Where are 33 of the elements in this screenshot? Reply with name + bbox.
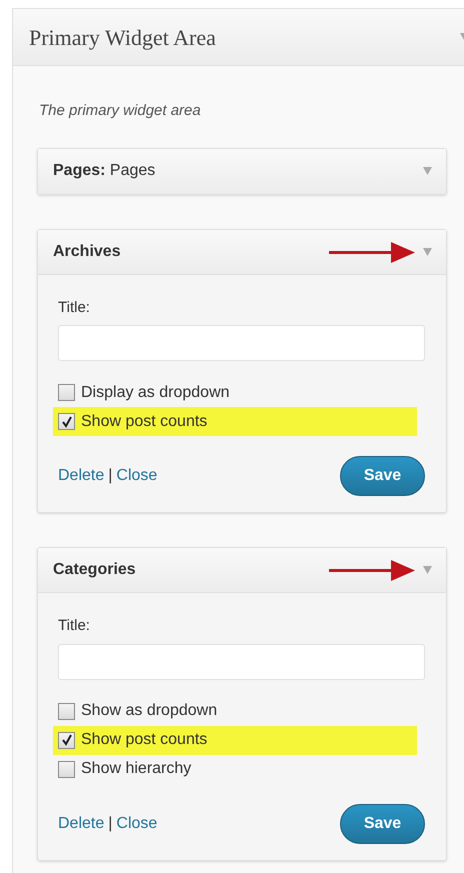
panel-description: The primary widget area bbox=[38, 101, 202, 121]
field-label: Title: bbox=[58, 616, 91, 636]
field-label: Title: bbox=[58, 298, 91, 318]
checkbox-label: Show hierarchy bbox=[81, 759, 192, 779]
title-input-field[interactable] bbox=[58, 325, 425, 361]
checkbox-label: Show post counts bbox=[81, 412, 208, 432]
save-button[interactable]: Save bbox=[340, 456, 425, 496]
widget-header[interactable]: Pages: Pages bbox=[38, 148, 446, 194]
widget-title: Archives bbox=[53, 242, 121, 262]
delete-link[interactable]: Delete bbox=[58, 464, 104, 488]
checkbox-label: Show post counts bbox=[81, 730, 208, 750]
checkbox-label: Show as dropdown bbox=[81, 701, 218, 721]
checkbox[interactable] bbox=[58, 760, 75, 778]
close-link[interactable]: Close bbox=[116, 812, 158, 836]
delete-link[interactable]: Delete bbox=[58, 812, 104, 836]
checkbox[interactable] bbox=[58, 384, 75, 401]
toggle-triangle-icon[interactable] bbox=[423, 566, 432, 574]
checkbox[interactable] bbox=[58, 732, 75, 748]
panel-title: Primary Widget Area bbox=[29, 24, 216, 52]
link-separator: | bbox=[108, 814, 112, 834]
checkbox-label: Display as dropdown bbox=[81, 382, 230, 402]
save-button[interactable]: Save bbox=[340, 804, 425, 844]
toggle-triangle-icon[interactable] bbox=[423, 167, 432, 175]
widget-title: Pages: Pages bbox=[53, 161, 156, 181]
widget-header[interactable]: Archives bbox=[38, 230, 446, 274]
widget-title: Categories bbox=[53, 560, 136, 580]
checkbox[interactable] bbox=[58, 413, 75, 430]
widget-header[interactable]: Categories bbox=[38, 548, 446, 593]
checkbox[interactable] bbox=[58, 702, 75, 720]
link-separator: | bbox=[108, 466, 112, 486]
title-input-field[interactable] bbox=[58, 644, 425, 680]
toggle-triangle-icon[interactable] bbox=[423, 248, 432, 256]
close-link[interactable]: Close bbox=[116, 464, 158, 488]
